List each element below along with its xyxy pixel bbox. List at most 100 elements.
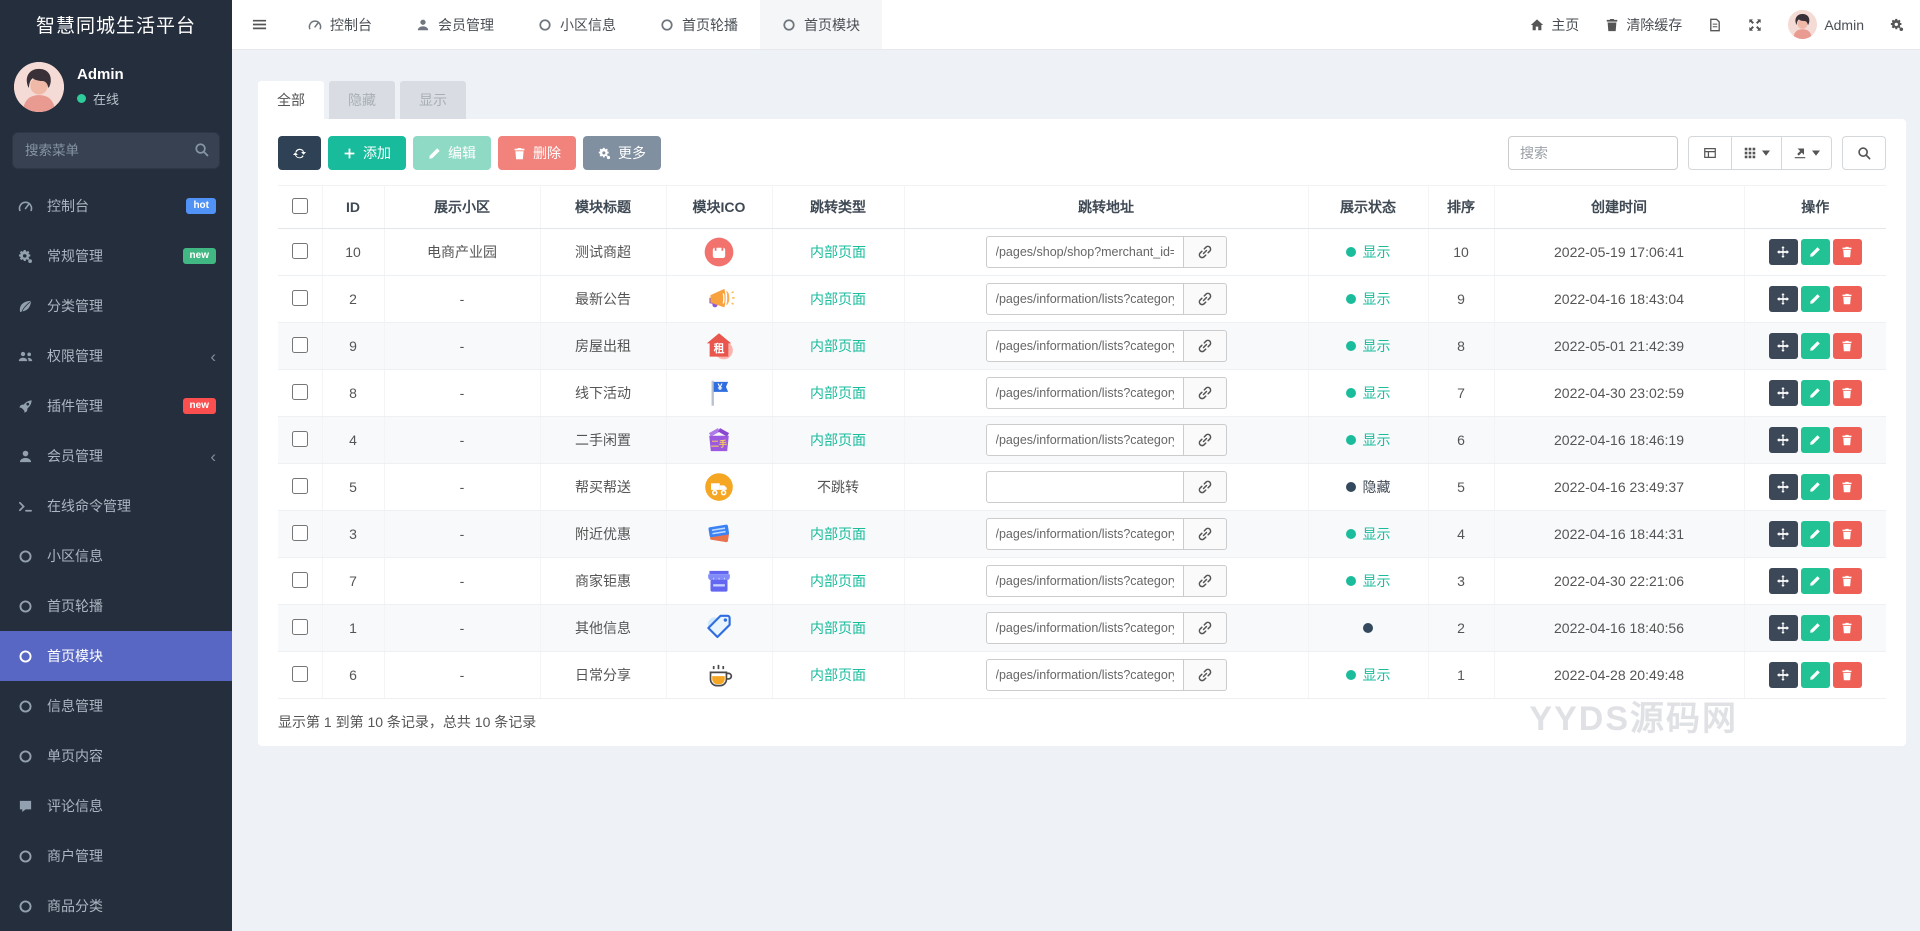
more-button[interactable]: 更多 bbox=[583, 136, 661, 170]
nav-tab-首页模块[interactable]: 首页模块 bbox=[760, 0, 882, 49]
search-submit-button[interactable] bbox=[1842, 136, 1886, 170]
row-delete-button[interactable] bbox=[1832, 333, 1862, 359]
drag-sort-button[interactable] bbox=[1768, 286, 1798, 312]
drag-sort-button[interactable] bbox=[1768, 568, 1798, 594]
row-edit-button[interactable] bbox=[1800, 662, 1830, 688]
sidebar-item-单页内容[interactable]: 单页内容 bbox=[0, 731, 232, 781]
link-select-button[interactable] bbox=[1183, 565, 1227, 597]
drag-sort-button[interactable] bbox=[1768, 474, 1798, 500]
row-edit-button[interactable] bbox=[1800, 474, 1830, 500]
export-button[interactable] bbox=[1782, 136, 1832, 170]
link-select-button[interactable] bbox=[1183, 612, 1227, 644]
home-link[interactable]: 主页 bbox=[1530, 15, 1579, 35]
link-select-button[interactable] bbox=[1183, 330, 1227, 362]
jump-url-input[interactable] bbox=[985, 330, 1184, 362]
row-edit-button[interactable] bbox=[1800, 427, 1830, 453]
language-button[interactable] bbox=[1708, 18, 1722, 32]
user-menu[interactable]: Admin bbox=[1788, 10, 1864, 39]
edit-button[interactable]: 编辑 bbox=[413, 136, 491, 170]
row-edit-button[interactable] bbox=[1800, 239, 1830, 265]
settings-button[interactable] bbox=[1890, 18, 1904, 32]
drag-sort-button[interactable] bbox=[1768, 333, 1798, 359]
nav-tab-首页轮播[interactable]: 首页轮播 bbox=[638, 0, 760, 49]
jump-url-input[interactable] bbox=[985, 377, 1184, 409]
jump-url-input[interactable] bbox=[985, 471, 1184, 503]
jump-url-input[interactable] bbox=[985, 283, 1184, 315]
row-checkbox[interactable] bbox=[291, 524, 308, 541]
row-delete-button[interactable] bbox=[1832, 380, 1862, 406]
sidebar-item-控制台[interactable]: 控制台 hot bbox=[0, 181, 232, 231]
row-delete-button[interactable] bbox=[1832, 474, 1862, 500]
sidebar-item-首页轮播[interactable]: 首页轮播 bbox=[0, 581, 232, 631]
sidebar-item-商品分类[interactable]: 商品分类 bbox=[0, 881, 232, 931]
sidebar-item-插件管理[interactable]: 插件管理 new bbox=[0, 381, 232, 431]
row-delete-button[interactable] bbox=[1832, 615, 1862, 641]
detail-view-button[interactable] bbox=[1688, 136, 1732, 170]
row-edit-button[interactable] bbox=[1800, 333, 1830, 359]
row-checkbox[interactable] bbox=[291, 618, 308, 635]
link-select-button[interactable] bbox=[1183, 377, 1227, 409]
link-select-button[interactable] bbox=[1183, 236, 1227, 268]
row-edit-button[interactable] bbox=[1800, 521, 1830, 547]
row-delete-button[interactable] bbox=[1832, 286, 1862, 312]
jump-url-input[interactable] bbox=[985, 659, 1184, 691]
drag-sort-button[interactable] bbox=[1768, 239, 1798, 265]
link-select-button[interactable] bbox=[1183, 424, 1227, 456]
add-button[interactable]: 添加 bbox=[328, 136, 406, 170]
nav-tab-会员管理[interactable]: 会员管理 bbox=[394, 0, 516, 49]
row-edit-button[interactable] bbox=[1800, 615, 1830, 641]
filter-tab-隐藏[interactable]: 隐藏 bbox=[329, 81, 395, 119]
row-checkbox[interactable] bbox=[291, 383, 308, 400]
link-select-button[interactable] bbox=[1183, 283, 1227, 315]
sidebar-item-分类管理[interactable]: 分类管理 bbox=[0, 281, 232, 331]
sidebar-item-首页模块[interactable]: 首页模块 bbox=[0, 631, 232, 681]
row-checkbox[interactable] bbox=[291, 242, 308, 259]
refresh-button[interactable] bbox=[278, 136, 321, 170]
row-checkbox[interactable] bbox=[291, 571, 308, 588]
filter-tab-全部[interactable]: 全部 bbox=[258, 81, 324, 119]
drag-sort-button[interactable] bbox=[1768, 380, 1798, 406]
row-checkbox[interactable] bbox=[291, 336, 308, 353]
row-delete-button[interactable] bbox=[1832, 568, 1862, 594]
row-delete-button[interactable] bbox=[1832, 427, 1862, 453]
sidebar-item-会员管理[interactable]: 会员管理 ‹ bbox=[0, 431, 232, 481]
row-checkbox[interactable] bbox=[291, 477, 308, 494]
row-delete-button[interactable] bbox=[1832, 239, 1862, 265]
jump-url-input[interactable] bbox=[985, 612, 1184, 644]
row-edit-button[interactable] bbox=[1800, 286, 1830, 312]
drag-sort-button[interactable] bbox=[1768, 615, 1798, 641]
fullscreen-button[interactable] bbox=[1748, 18, 1762, 32]
sidebar-item-权限管理[interactable]: 权限管理 ‹ bbox=[0, 331, 232, 381]
drag-sort-button[interactable] bbox=[1768, 427, 1798, 453]
nav-tab-控制台[interactable]: 控制台 bbox=[286, 0, 394, 49]
row-delete-button[interactable] bbox=[1832, 521, 1862, 547]
sidebar-item-商户管理[interactable]: 商户管理 bbox=[0, 831, 232, 881]
drag-sort-button[interactable] bbox=[1768, 662, 1798, 688]
row-checkbox[interactable] bbox=[291, 665, 308, 682]
row-checkbox[interactable] bbox=[291, 289, 308, 306]
columns-button[interactable] bbox=[1732, 136, 1782, 170]
row-checkbox[interactable] bbox=[291, 430, 308, 447]
jump-url-input[interactable] bbox=[985, 424, 1184, 456]
sidebar-item-小区信息[interactable]: 小区信息 bbox=[0, 531, 232, 581]
sidebar-search-input[interactable] bbox=[12, 132, 220, 169]
sidebar-item-信息管理[interactable]: 信息管理 bbox=[0, 681, 232, 731]
jump-url-input[interactable] bbox=[985, 518, 1184, 550]
filter-tab-显示[interactable]: 显示 bbox=[400, 81, 466, 119]
nav-tab-小区信息[interactable]: 小区信息 bbox=[516, 0, 638, 49]
row-edit-button[interactable] bbox=[1800, 568, 1830, 594]
clear-cache-button[interactable]: 清除缓存 bbox=[1605, 15, 1682, 35]
drag-sort-button[interactable] bbox=[1768, 521, 1798, 547]
jump-url-input[interactable] bbox=[985, 236, 1184, 268]
jump-url-input[interactable] bbox=[985, 565, 1184, 597]
link-select-button[interactable] bbox=[1183, 518, 1227, 550]
sidebar-item-常规管理[interactable]: 常规管理 new bbox=[0, 231, 232, 281]
link-select-button[interactable] bbox=[1183, 659, 1227, 691]
row-edit-button[interactable] bbox=[1800, 380, 1830, 406]
table-search-input[interactable] bbox=[1508, 136, 1678, 170]
sidebar-item-评论信息[interactable]: 评论信息 bbox=[0, 781, 232, 831]
sidebar-item-在线命令管理[interactable]: 在线命令管理 bbox=[0, 481, 232, 531]
select-all-checkbox[interactable] bbox=[291, 197, 308, 214]
link-select-button[interactable] bbox=[1183, 471, 1227, 503]
delete-button[interactable]: 删除 bbox=[498, 136, 576, 170]
